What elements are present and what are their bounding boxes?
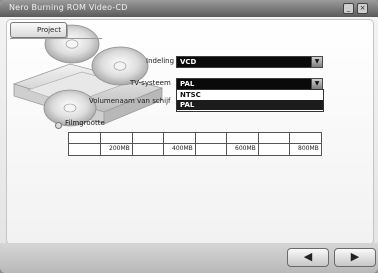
size-scale: 200MB 400MB 600MB 800MB [68, 132, 322, 156]
scale-label-200mb: 200MB [109, 145, 130, 152]
option-pal[interactable]: PAL [177, 100, 323, 110]
tab-divider [10, 38, 102, 39]
chevron-down-icon[interactable]: ▼ [311, 56, 323, 68]
indeling-label: Indeling [146, 57, 175, 65]
tv-systeem-value: PAL [180, 80, 195, 88]
title-bar: Nero Burning ROM Video-CD _ × [0, 0, 378, 17]
indeling-value: VCD [180, 58, 197, 66]
scale-label-800mb: 800MB [298, 145, 319, 152]
scale-tick [258, 133, 259, 155]
close-button[interactable]: × [357, 3, 368, 14]
indeling-select[interactable]: VCD ▼ [176, 56, 323, 68]
tv-systeem-label: TV-systeem [130, 79, 171, 87]
arrow-right-icon: ▶ [350, 250, 360, 263]
scale-label-400mb: 400MB [172, 145, 193, 152]
arrow-left-icon: ◀ [303, 250, 313, 263]
window-title: Nero Burning ROM Video-CD [9, 3, 128, 12]
scale-tick [226, 133, 227, 155]
scale-tick [100, 133, 101, 155]
tab-project[interactable]: Project [10, 22, 67, 38]
tv-systeem-dropdown: NTSC PAL [176, 89, 324, 112]
option-ntsc[interactable]: NTSC [177, 90, 323, 100]
app-window: Nero Burning ROM Video-CD _ × Project In… [0, 0, 378, 273]
scale-tick [289, 133, 290, 155]
volumenaam-label: Volumenaam van schijf [89, 97, 171, 105]
next-button[interactable]: ▶ [334, 248, 376, 267]
scale-label-600mb: 600MB [235, 145, 256, 152]
back-button[interactable]: ◀ [287, 248, 329, 267]
minimize-button[interactable]: _ [343, 3, 354, 14]
filmgrootte-radio[interactable] [55, 122, 62, 129]
scale-tick [132, 133, 133, 155]
scale-tick [163, 133, 164, 155]
filmgrootte-label: Filmgrootte [65, 119, 105, 127]
scale-tick [195, 133, 196, 155]
